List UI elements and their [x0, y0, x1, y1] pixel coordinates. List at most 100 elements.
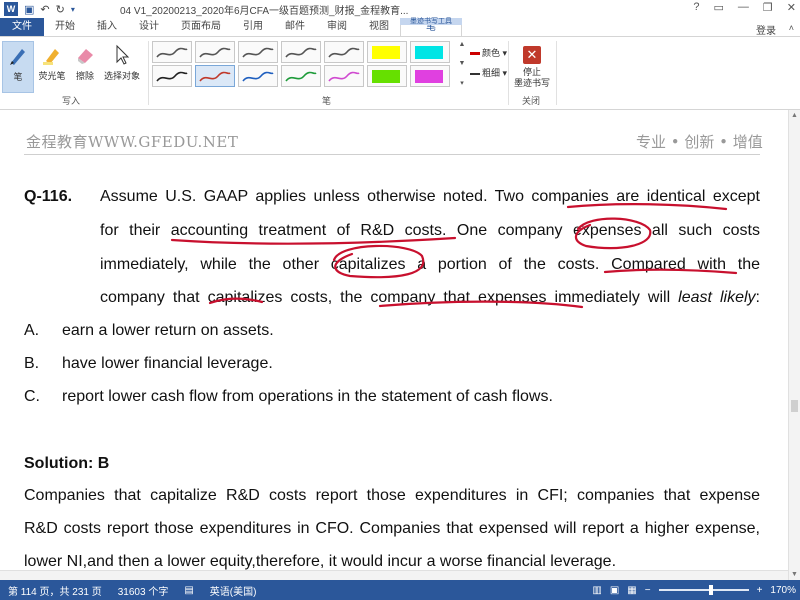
pen-stroke-icon	[156, 47, 188, 58]
read-mode-icon[interactable]: ▥	[592, 585, 601, 596]
pen-swatch[interactable]	[152, 41, 192, 63]
thickness-icon	[470, 72, 480, 75]
pen-button[interactable]: 笔	[2, 41, 34, 93]
eraser-button[interactable]: 擦除	[70, 41, 100, 82]
zoom-in-icon[interactable]: +	[757, 585, 763, 596]
pen-swatch[interactable]	[281, 41, 321, 63]
highlighter-swatch	[415, 46, 443, 59]
word-count[interactable]: 31603 个字	[110, 583, 177, 598]
language[interactable]: 英语(美国)	[202, 583, 265, 598]
scroll-down-icon[interactable]: ▼	[791, 571, 798, 578]
zoom-slider[interactable]	[658, 585, 749, 595]
web-layout-icon[interactable]: ▦	[627, 585, 636, 596]
pen-stroke-icon	[242, 71, 274, 82]
tab-layout[interactable]: 页面布局	[170, 18, 232, 36]
proofing-icon[interactable]: ▤	[176, 585, 201, 596]
scroll-down-icon[interactable]: ▼	[459, 60, 466, 67]
redo-icon[interactable]: ↻	[56, 3, 65, 16]
question-text: :	[755, 289, 760, 306]
scroll-up-icon[interactable]: ▲	[459, 41, 466, 48]
close-icon[interactable]: ✕	[787, 1, 796, 14]
undo-icon[interactable]: ↶	[40, 3, 49, 16]
question-number: Q-116.	[24, 188, 73, 205]
header-rule	[24, 154, 760, 155]
pen-stroke-icon	[328, 71, 360, 82]
tab-mailings[interactable]: 邮件	[274, 18, 316, 36]
collapse-ribbon-icon[interactable]: ˄	[789, 23, 794, 33]
tab-file[interactable]: 文件	[0, 18, 44, 36]
highlighter-swatch	[415, 70, 443, 83]
pen-options: 颜色 ▾ 粗细 ▾	[470, 43, 507, 83]
ribbon: 笔 荧光笔 擦除 选择对象 写入 ▲ ▼ ▾ 颜色 ▾ 粗细 ▾ 笔 ✕ 停止 …	[0, 36, 800, 110]
question-text: company that capitalizes costs, the comp…	[100, 289, 679, 306]
pen-swatch[interactable]	[410, 41, 450, 63]
pen-icon	[4, 42, 32, 70]
pen-swatch[interactable]	[238, 41, 278, 63]
tab-design[interactable]: 设计	[128, 18, 170, 36]
page-count[interactable]: 第 114 页，共 231 页	[0, 583, 110, 598]
zoom-knob[interactable]	[708, 585, 713, 595]
color-swatch-icon	[470, 52, 480, 56]
question-emphasis: least likely	[678, 289, 756, 306]
restore-icon[interactable]: ❐	[763, 1, 773, 14]
scroll-thumb[interactable]	[791, 400, 798, 412]
zoom-out-icon[interactable]: −	[645, 585, 651, 596]
login-link[interactable]: 登录	[756, 22, 776, 37]
eraser-icon	[71, 41, 99, 69]
thickness-dropdown[interactable]: 粗细 ▾	[470, 63, 507, 83]
pen-swatch[interactable]	[367, 65, 407, 87]
pen-stroke-icon	[242, 47, 274, 58]
pen-stroke-icon	[328, 47, 360, 58]
pen-swatch[interactable]	[281, 65, 321, 87]
question-line: immediately, while the other capitalizes…	[100, 256, 760, 273]
document-page[interactable]: 金程教育WWW.GFEDU.NET 专业 • 创新 • 增值 Q-116. As…	[0, 110, 788, 570]
print-layout-icon[interactable]: ▣	[610, 585, 619, 596]
highlighter-swatch	[372, 46, 400, 59]
highlighter-label: 荧光笔	[38, 71, 66, 81]
pen-gallery-scroll[interactable]: ▲ ▼ ▾	[457, 41, 467, 87]
stop-x-icon: ✕	[523, 46, 541, 64]
tab-home[interactable]: 开始	[44, 18, 86, 36]
pen-swatch[interactable]	[367, 41, 407, 63]
word-logo-icon: W	[4, 2, 18, 16]
zoom-level[interactable]: 170%	[770, 585, 796, 596]
pen-stroke-icon	[156, 71, 188, 82]
help-icon[interactable]: ?	[693, 1, 699, 14]
color-dropdown[interactable]: 颜色 ▾	[470, 43, 507, 63]
pens-group-label: 笔	[322, 96, 332, 106]
pen-swatch[interactable]	[324, 65, 364, 87]
tab-references[interactable]: 引用	[232, 18, 274, 36]
pen-swatch[interactable]	[195, 41, 235, 63]
pen-swatch[interactable]	[152, 65, 192, 87]
pen-swatch[interactable]	[324, 41, 364, 63]
pen-stroke-icon	[285, 47, 317, 58]
pen-swatch[interactable]	[195, 65, 235, 87]
document-title: 04 V1_20200213_2020年6月CFA一级百题预测_财报_金程教育.…	[120, 6, 409, 17]
group-divider	[508, 41, 509, 105]
scroll-up-icon[interactable]: ▲	[791, 112, 798, 119]
highlighter-button[interactable]: 荧光笔	[36, 41, 68, 82]
option-letter: C.	[24, 388, 40, 405]
solution-line: Companies that capitalize R&D costs repo…	[24, 487, 760, 504]
ink-tools-context-label: 墨迹书写工具	[400, 18, 462, 25]
horizontal-scrollbar[interactable]	[0, 570, 788, 580]
vertical-scrollbar[interactable]: ▲ ▼	[788, 110, 800, 580]
customize-qat-icon[interactable]: ▾	[71, 5, 75, 14]
tab-review[interactable]: 审阅	[316, 18, 358, 36]
tab-view[interactable]: 视图	[358, 18, 400, 36]
pen-label: 笔	[13, 72, 23, 82]
ribbon-display-icon[interactable]: ▭	[714, 1, 724, 14]
select-objects-button[interactable]: 选择对象	[100, 41, 144, 82]
pen-swatch[interactable]	[410, 65, 450, 87]
save-icon[interactable]: ▣	[24, 3, 34, 16]
question-line: for their accounting treatment of R&D co…	[100, 222, 760, 239]
gallery-more-icon[interactable]: ▾	[460, 79, 464, 87]
stop-inking-button[interactable]: ✕ 停止 墨迹书写	[512, 41, 552, 89]
tab-insert[interactable]: 插入	[86, 18, 128, 36]
option-text: report lower cash flow from operations i…	[62, 388, 553, 405]
option-text: earn a lower return on assets.	[62, 322, 274, 339]
pen-swatch[interactable]	[238, 65, 278, 87]
select-arrow-icon	[108, 41, 136, 69]
minimize-icon[interactable]: —	[738, 1, 749, 14]
page-header-right: 专业 • 创新 • 增值	[636, 133, 763, 151]
